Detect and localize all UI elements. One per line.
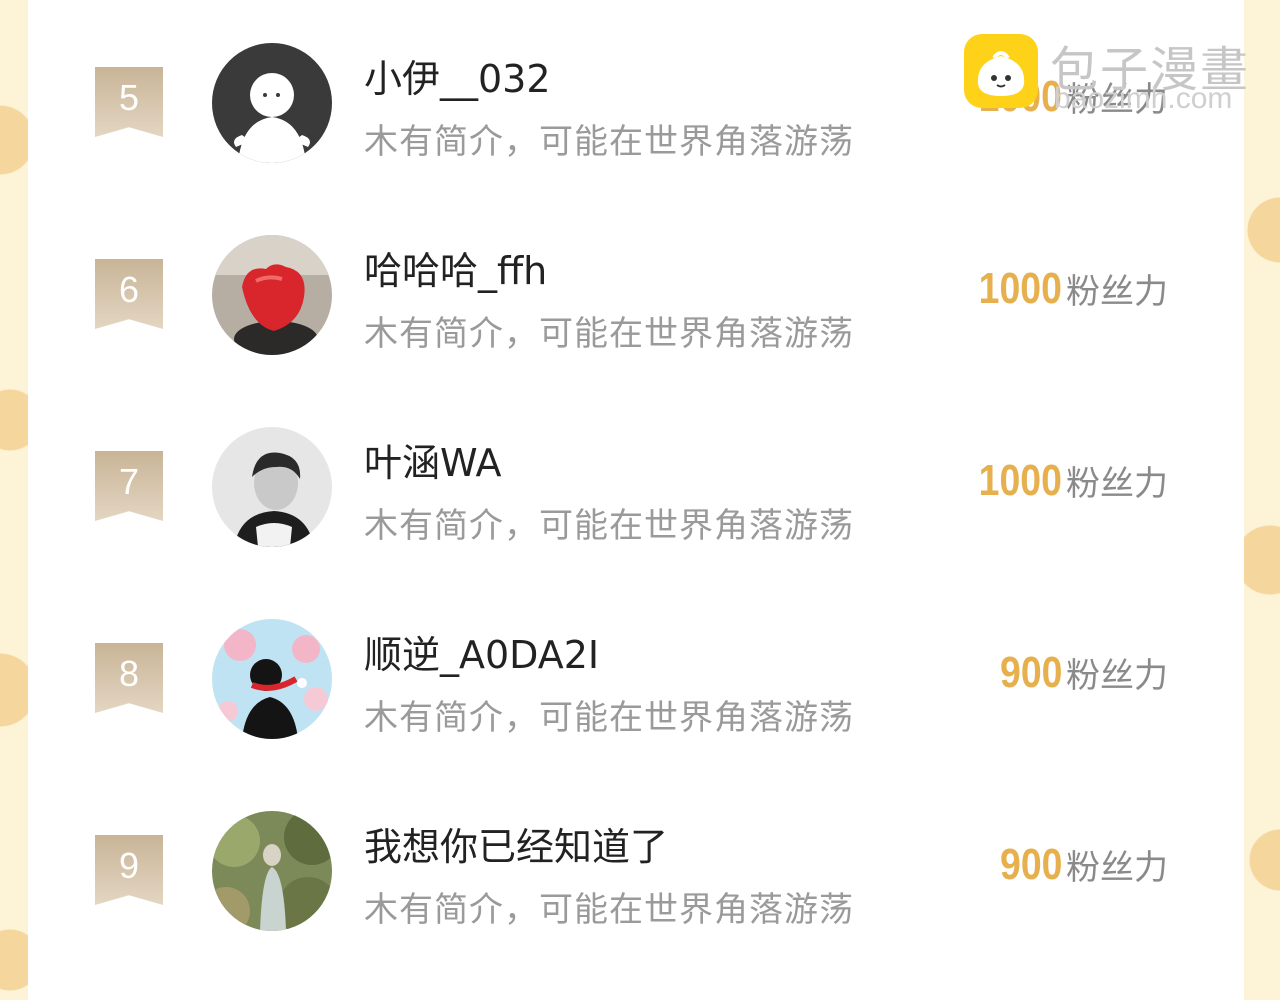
user-bio: 木有简介，可能在世界角落游荡 (364, 698, 854, 738)
avatar[interactable] (212, 43, 332, 163)
fans-power: 900 粉丝力 (989, 840, 1168, 890)
red-fruit-photo-avatar-icon (212, 235, 332, 355)
user-name[interactable]: 顺逆_A0DA2I (364, 624, 599, 679)
user-bio: 木有简介，可能在世界角落游荡 (364, 890, 854, 930)
fans-power-value: 1000 (978, 264, 1062, 313)
fans-power-unit: 粉丝力 (1066, 656, 1168, 696)
avatar[interactable] (212, 619, 332, 739)
user-name[interactable]: 我想你已经知道了 (364, 816, 668, 871)
avatar[interactable] (212, 235, 332, 355)
user-name[interactable]: 叶涵WA (364, 432, 502, 487)
user-bio: 木有简介，可能在世界角落游荡 (364, 506, 854, 546)
rank-badge: 9 (95, 835, 163, 905)
user-name[interactable]: 哈哈哈_ffh (364, 240, 547, 295)
user-bio: 木有简介，可能在世界角落游荡 (364, 122, 854, 162)
user-bio: 木有简介，可能在世界角落游荡 (364, 314, 854, 354)
default-ghost-avatar-icon (212, 43, 332, 163)
rank-badge: 5 (95, 67, 163, 137)
rank-badge: 8 (95, 643, 163, 713)
forest-figure-photo-avatar-icon (212, 811, 332, 931)
bun-logo-icon (964, 34, 1038, 108)
fan-ranking-panel: 5 小伊__032 木有简介，可能在世界角落游荡 1000 粉丝力 6 (28, 0, 1244, 1000)
rank-badge: 7 (95, 451, 163, 521)
fans-power: 1000 粉丝力 (964, 456, 1168, 506)
fans-power-value: 900 (999, 840, 1062, 889)
anime-illustration-avatar-icon (212, 619, 332, 739)
ranking-row[interactable]: 9 我想你已经知道了 木有简介，可能在世界角落游荡 900 粉丝力 (28, 808, 1244, 1000)
fans-power: 900 粉丝力 (989, 648, 1168, 698)
fans-power-value: 1000 (978, 456, 1062, 505)
avatar[interactable] (212, 427, 332, 547)
ranking-row[interactable]: 8 顺逆_A0DA2I 木有简介，可能在世界角落游荡 900 粉丝力 (28, 616, 1244, 808)
grayscale-portrait-avatar-icon (212, 427, 332, 547)
fans-power-value: 900 (999, 648, 1062, 697)
site-watermark: 包子漫畫 baozimh.com (964, 30, 1264, 120)
ranking-row[interactable]: 7 叶涵WA 木有简介，可能在世界角落游荡 1000 粉丝力 (28, 424, 1244, 616)
ranking-row[interactable]: 6 哈哈哈_ffh 木有简介，可能在世界角落游荡 1000 粉丝力 (28, 232, 1244, 424)
fans-power-unit: 粉丝力 (1066, 272, 1168, 312)
fans-power-unit: 粉丝力 (1066, 464, 1168, 504)
watermark-url: baozimh.com (1054, 82, 1233, 115)
user-name[interactable]: 小伊__032 (364, 48, 551, 103)
rank-badge: 6 (95, 259, 163, 329)
avatar[interactable] (212, 811, 332, 931)
fans-power: 1000 粉丝力 (964, 264, 1168, 314)
fans-power-unit: 粉丝力 (1066, 848, 1168, 888)
